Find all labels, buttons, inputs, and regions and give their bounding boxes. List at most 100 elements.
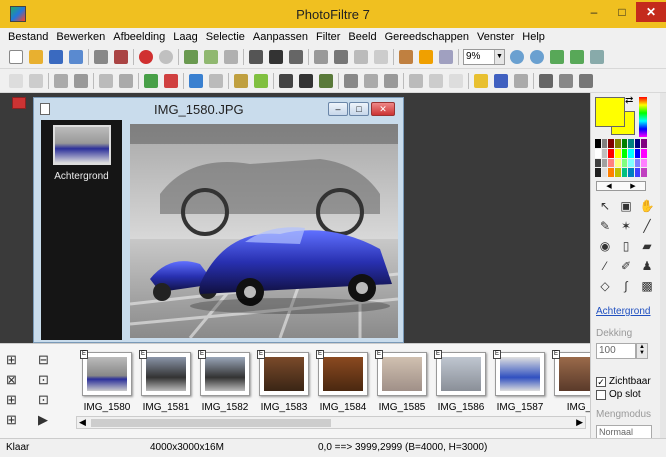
close-button[interactable]: ✕ — [636, 2, 666, 22]
palette-swatch[interactable] — [634, 158, 641, 168]
minimize-button[interactable]: – — [580, 2, 608, 22]
palette-swatch[interactable] — [641, 139, 647, 148]
thumbnail-image[interactable]: E — [552, 350, 590, 396]
sharpen-icon[interactable] — [344, 73, 358, 88]
palette-swatch[interactable] — [641, 158, 647, 168]
eyedropper-tool-icon[interactable]: ✎ — [596, 217, 614, 234]
grayscale-icon[interactable] — [279, 73, 293, 88]
palette-swatch[interactable] — [595, 139, 601, 148]
palette-swatch[interactable] — [614, 148, 621, 158]
menu-bestand[interactable]: Bestand — [4, 31, 52, 43]
palette-swatch[interactable] — [634, 139, 641, 148]
palette-swatch[interactable] — [641, 148, 647, 158]
thumbnail-item[interactable]: E IMG_1584 — [314, 350, 372, 413]
scan-icon[interactable] — [114, 49, 128, 64]
thumbnail-image[interactable]: E — [493, 350, 545, 396]
color-palette[interactable] — [595, 139, 647, 177]
thumbnail-item[interactable]: E IMG_1583 — [255, 350, 313, 413]
palette-swatch[interactable] — [595, 148, 601, 158]
folder-open-icon[interactable]: ⊞ — [6, 392, 28, 408]
foreground-color-swatch[interactable] — [595, 97, 625, 127]
fit-window-icon[interactable] — [570, 49, 584, 64]
folder-tree-icon[interactable]: ⊞ — [6, 352, 28, 368]
image-minimize-button[interactable]: – — [328, 102, 348, 116]
contrast-plus-icon[interactable] — [54, 73, 68, 88]
print-icon[interactable] — [94, 49, 108, 64]
palette-swatch[interactable] — [634, 148, 641, 158]
auto-levels-icon[interactable] — [234, 73, 248, 88]
folder-view-icon[interactable]: ⊟ — [38, 352, 60, 368]
pointer-tool-icon[interactable]: ↖ — [596, 197, 614, 214]
new-file-icon[interactable] — [9, 49, 23, 64]
stamp-tool-icon[interactable]: ▩ — [638, 277, 656, 294]
swap-colors-icon[interactable]: ⇄ — [625, 95, 633, 106]
menu-venster[interactable]: Venster — [473, 31, 518, 43]
palette-swatch[interactable] — [614, 158, 621, 168]
smudge-tool-icon[interactable]: ∫ — [617, 277, 635, 294]
negative-icon[interactable] — [319, 73, 333, 88]
opacity-stepper[interactable]: ▲ ▼ — [636, 343, 648, 359]
palette-swatch[interactable] — [621, 168, 628, 177]
palette-nav[interactable]: ◀ ▶ — [596, 181, 646, 191]
image-close-button[interactable]: ✕ — [371, 102, 395, 116]
saturation-plus-icon[interactable] — [99, 73, 113, 88]
auto-color-icon[interactable] — [254, 73, 268, 88]
thumbnail-image[interactable]: E — [198, 350, 250, 396]
crop-icon[interactable] — [289, 49, 303, 64]
palette-swatch[interactable] — [614, 168, 621, 177]
zoom-select[interactable]: 9% ▼ — [463, 48, 505, 65]
advanced-brush-tool-icon[interactable]: ✐ — [617, 257, 635, 274]
copy-image-icon[interactable] — [184, 49, 198, 64]
gamma-plus-icon[interactable] — [144, 73, 158, 88]
auto-contrast-icon[interactable] — [419, 49, 433, 64]
palette-swatch[interactable] — [608, 148, 614, 158]
plugins-icon[interactable] — [579, 73, 593, 88]
brightness-plus-icon[interactable] — [9, 73, 23, 88]
thumbnail-image[interactable]: E — [316, 350, 368, 396]
transform-icon[interactable] — [514, 73, 528, 88]
layer-thumbnail[interactable] — [53, 125, 111, 165]
folder-refresh-icon[interactable]: ⊡ — [38, 372, 60, 388]
menu-beeld[interactable]: Beeld — [344, 31, 380, 43]
chevron-left-icon[interactable]: ◀ — [79, 417, 86, 428]
chevron-right-icon[interactable]: ▶ — [576, 417, 583, 428]
color-balance-icon[interactable] — [189, 73, 203, 88]
maximize-button[interactable]: □ — [608, 2, 636, 22]
active-layer-link[interactable]: Achtergrond — [596, 306, 650, 317]
photo-canvas[interactable] — [130, 124, 398, 338]
palette-swatch[interactable] — [595, 168, 601, 177]
palette-swatch[interactable] — [601, 168, 608, 177]
thumbnail-item[interactable]: E IMG_1585 — [373, 350, 431, 413]
frame-icon[interactable] — [474, 73, 488, 88]
zoom-in-icon[interactable] — [510, 49, 524, 64]
zoom-out-icon[interactable] — [530, 49, 544, 64]
paste-image-icon[interactable] — [204, 49, 218, 64]
visible-checkbox[interactable]: ✓ Zichtbaar — [596, 376, 651, 387]
thumbnail-item[interactable]: E IMG_1586 — [432, 350, 490, 413]
hue-slider[interactable] — [639, 97, 647, 137]
actual-size-icon[interactable] — [550, 49, 564, 64]
play-icon[interactable]: ▶ — [38, 412, 60, 428]
chevron-left-icon[interactable]: ◀ — [606, 182, 611, 190]
blur-tool-icon[interactable]: ◇ — [596, 277, 614, 294]
folder-up-icon[interactable]: ⊠ — [6, 372, 28, 388]
contrast-minus-icon[interactable] — [74, 73, 88, 88]
eraser-tool-icon[interactable]: ▰ — [638, 237, 656, 254]
undo-icon[interactable] — [139, 49, 153, 64]
palette-swatch[interactable] — [614, 139, 621, 148]
menu-aanpassen[interactable]: Aanpassen — [249, 31, 312, 43]
save-as-icon[interactable] — [69, 49, 83, 64]
browse-folder-icon[interactable]: ⊞ — [6, 412, 28, 428]
selection-rect-icon[interactable] — [354, 49, 368, 64]
menu-selectie[interactable]: Selectie — [202, 31, 249, 43]
opacity-input[interactable]: 100 — [596, 343, 636, 359]
palette-swatch[interactable] — [621, 148, 628, 158]
brush-tool-icon[interactable]: ⁄ — [596, 257, 614, 274]
window-icon[interactable] — [439, 49, 453, 64]
palette-swatch[interactable] — [628, 139, 634, 148]
palette-swatch[interactable] — [634, 168, 641, 177]
spray-tool-icon[interactable]: ▯ — [617, 237, 635, 254]
redo-icon[interactable] — [159, 49, 173, 64]
mountain-icon[interactable] — [409, 73, 423, 88]
image-maximize-button[interactable]: □ — [349, 102, 369, 116]
